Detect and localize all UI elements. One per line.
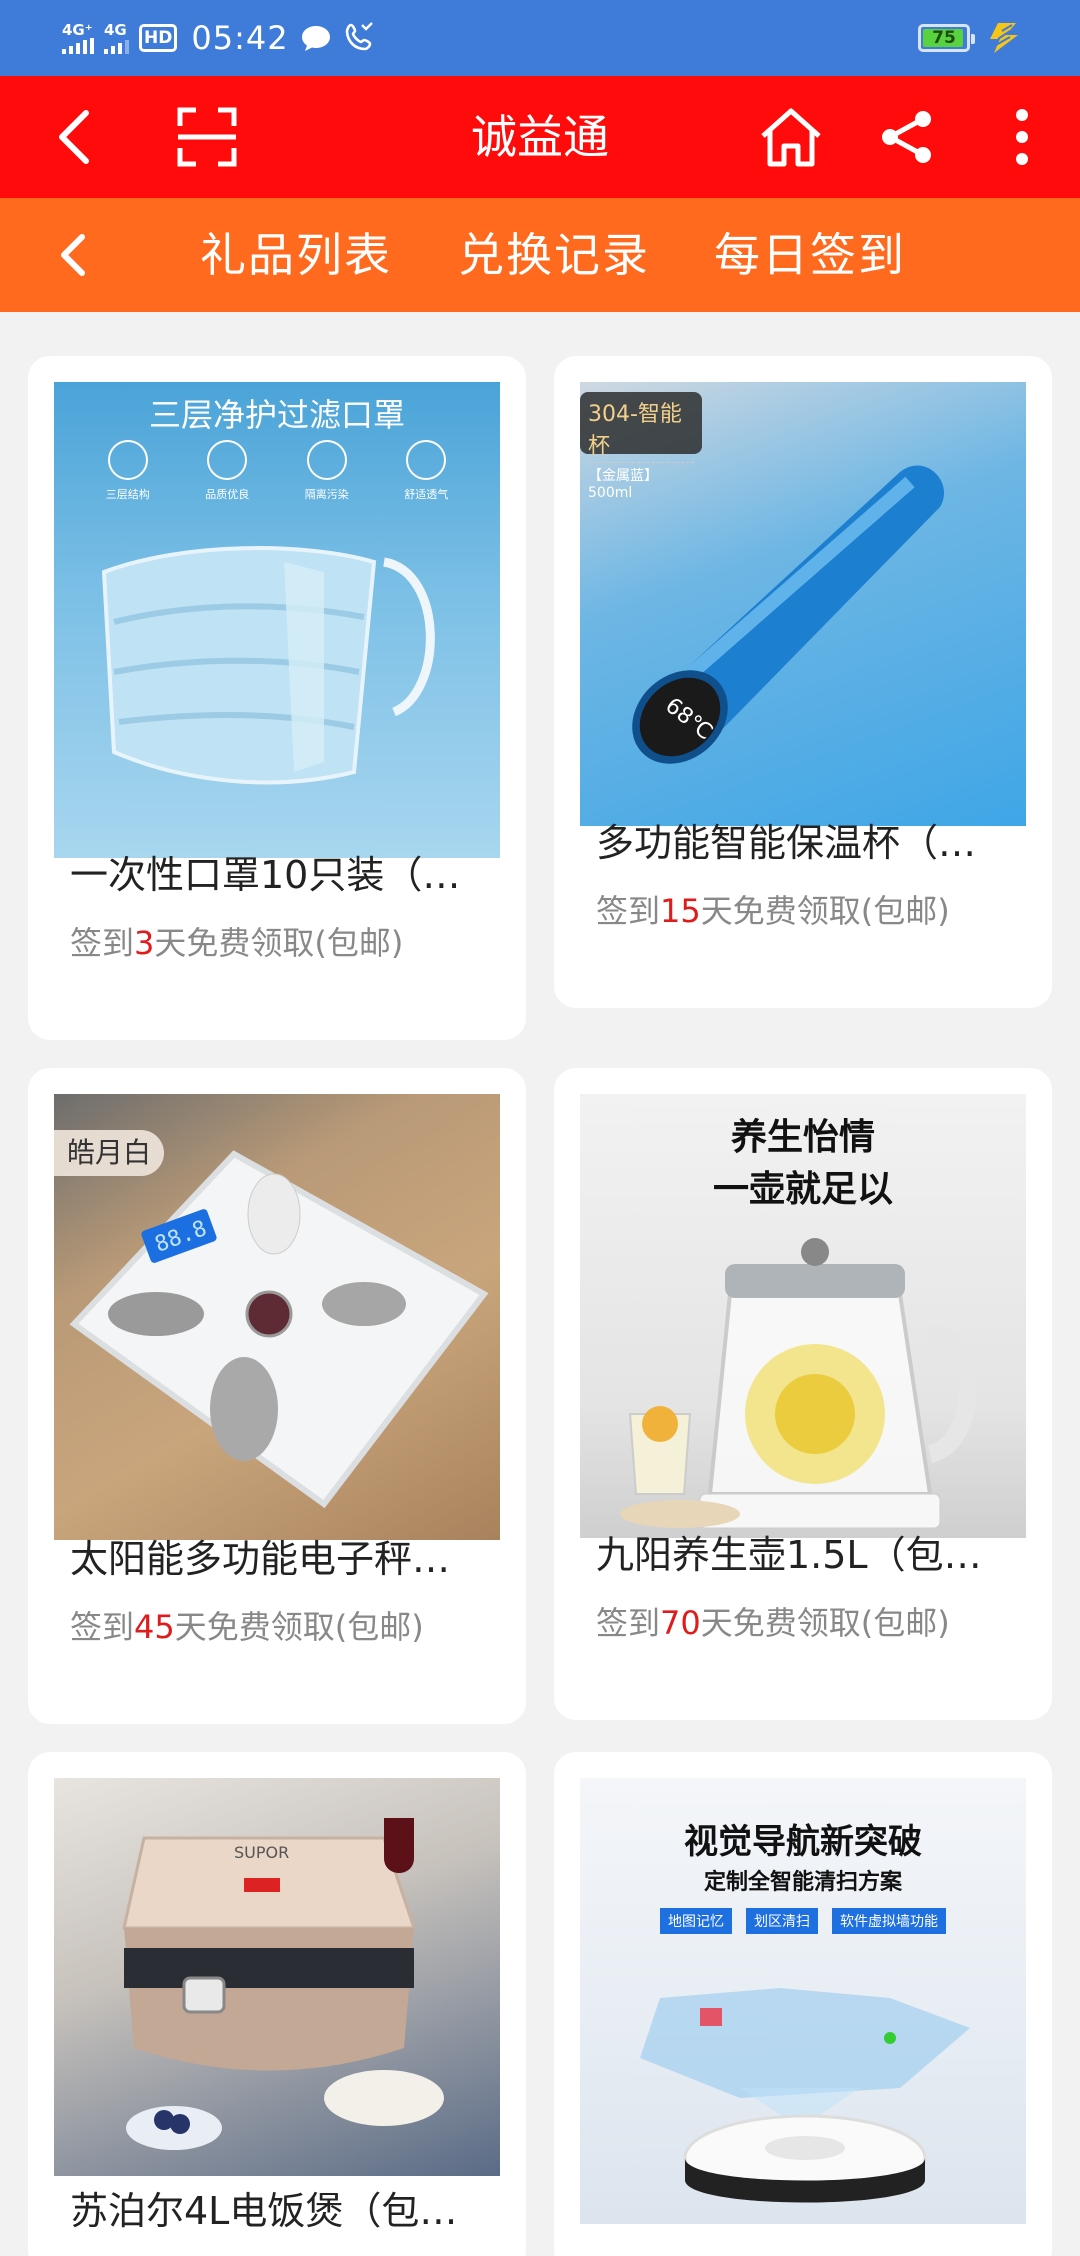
required-days: 3 [134,924,155,962]
hd-voice-icon: HD [139,24,178,52]
image-caption: 视觉导航新突破 [684,1822,922,1862]
badge-subtitle: 【金属蓝】500ml [588,462,694,501]
image-caption: 养生怡情 [730,1117,875,1158]
clock: 05:42 [191,19,289,57]
product-image: 视觉导航新突破 定制全智能清扫方案 地图记忆 划区清扫 软件虚拟墙功能 [580,1778,1026,2224]
product-image: 养生怡情 一壶就足以 [580,1094,1026,1538]
requirement-prefix: 签到 [70,1608,135,1646]
signal-icon [104,38,129,54]
product-card[interactable]: 68℃ 304-智能杯 【金属蓝】500ml 多功能智能保温杯（… 签到15天免… [554,356,1052,1008]
requirement-suffix: 天免费领取(包邮) [174,1608,424,1646]
product-name: 九阳养生壶1.5L（包… [596,1533,982,1577]
product-card[interactable]: 视觉导航新突破 定制全智能清扫方案 地图记忆 划区清扫 软件虚拟墙功能 [554,1752,1052,2256]
required-days: 45 [134,1608,175,1646]
product-name: 多功能智能保温杯（… [596,821,977,865]
home-button[interactable] [756,76,826,198]
brand-label: SUPOR [234,1843,289,1862]
chevron-left-icon [61,234,85,276]
requirement-prefix: 签到 [70,924,135,962]
app-header: 诚益通 [0,76,1080,198]
product-requirement: 签到70天免费领取(包邮) [596,1598,950,1644]
home-icon [761,108,821,167]
product-requirement: 签到45天免费领取(包邮) [70,1602,424,1648]
requirement-suffix: 天免费领取(包邮) [700,892,950,930]
tab-exchange-records[interactable]: 兑换记录 [458,198,650,312]
status-bar: 4G⁺ 4G HD 05:42 75 [0,0,1080,76]
product-card[interactable]: 养生怡情 一壶就足以 九阳养生壶1.5L（包… 签到70天免费领取(包邮) [554,1068,1052,1720]
product-requirement: 签到3天免费领取(包邮) [70,918,403,964]
product-name: 太阳能多功能电子秤… [70,1537,451,1581]
product-image: SUPOR [54,1778,500,2176]
feature-tag: 划区清扫 [746,1908,818,1934]
requirement-prefix: 签到 [596,1604,661,1642]
chat-bubble-icon [301,26,330,51]
image-caption: 三层净护过滤口罩 [148,396,405,434]
product-name: 一次性口罩10只装（… [70,853,461,897]
share-button[interactable] [876,76,938,198]
feature-label: 品质优良 [205,488,250,501]
back-arrow-icon [59,110,89,164]
scan-icon [177,107,237,167]
scan-button[interactable] [172,76,242,198]
product-image: 三层净护过滤口罩 三层结构 品质优良 隔离污染 舒适透气 [54,382,500,858]
network-type-label: 4G⁺ [62,21,93,39]
sub-back-button[interactable] [58,198,118,312]
image-caption: 一壶就足以 [712,1169,893,1210]
signal-icon [62,38,94,54]
product-image: 68℃ 304-智能杯 【金属蓝】500ml [580,382,1026,826]
rice-cooker-illustration: SUPOR [122,1818,444,2150]
requirement-prefix: 签到 [596,892,661,930]
product-card[interactable]: 三层净护过滤口罩 三层结构 品质优良 隔离污染 舒适透气 一次性口罩10只装（…… [28,356,526,1040]
sub-navigation: 礼品列表 兑换记录 每日签到 [0,198,1080,312]
back-button[interactable] [44,76,104,198]
feature-label: 隔离污染 [304,488,349,501]
missed-call-icon [345,22,373,51]
required-days: 70 [660,1604,701,1642]
requirement-suffix: 天免费领取(包邮) [154,924,404,962]
signal-sim1: 4G⁺ [62,22,94,54]
product-requirement: 签到15天免费领取(包邮) [596,886,950,932]
feature-label: 三层结构 [105,488,150,501]
battery-level: 75 [932,28,956,48]
badge-title: 304-智能杯 [588,402,682,459]
image-caption: 定制全智能清扫方案 [703,1870,902,1895]
battery-icon: 75 [918,24,975,52]
product-image: 88.8 皓月白 [54,1094,500,1540]
share-icon [882,111,931,163]
product-badge: 304-智能杯 【金属蓝】500ml [580,392,702,501]
product-badge: 皓月白 [54,1130,164,1176]
charging-bolt-icon [990,23,1018,53]
mask-illustration [101,546,435,785]
robot-vacuum-illustration [640,1988,970,2203]
kettle-illustration [620,1238,977,1529]
network-type-label: 4G [104,21,127,39]
requirement-suffix: 天免费领取(包邮) [700,1604,950,1642]
signal-sim2: 4G [104,22,129,54]
required-days: 15 [660,892,701,930]
page-title: 诚益通 [471,110,609,164]
feature-tag: 地图记忆 [660,1908,732,1934]
product-name: 苏泊尔4L电饭煲（包… [70,2189,458,2233]
more-button[interactable] [1004,76,1040,198]
feature-label: 舒适透气 [404,488,449,501]
tab-gift-list[interactable]: 礼品列表 [200,198,392,312]
product-card[interactable]: 88.8 皓月白 太阳能多功能电子秤… 签到45天免费领取(包邮) [28,1068,526,1724]
more-vertical-icon [1016,109,1028,165]
scale-illustration: 88.8 [69,1150,489,1509]
feature-tag: 软件虚拟墙功能 [832,1908,946,1934]
product-card[interactable]: SUPOR 苏泊尔4L电饭煲（包… [28,1752,526,2256]
tab-daily-checkin[interactable]: 每日签到 [714,198,906,312]
